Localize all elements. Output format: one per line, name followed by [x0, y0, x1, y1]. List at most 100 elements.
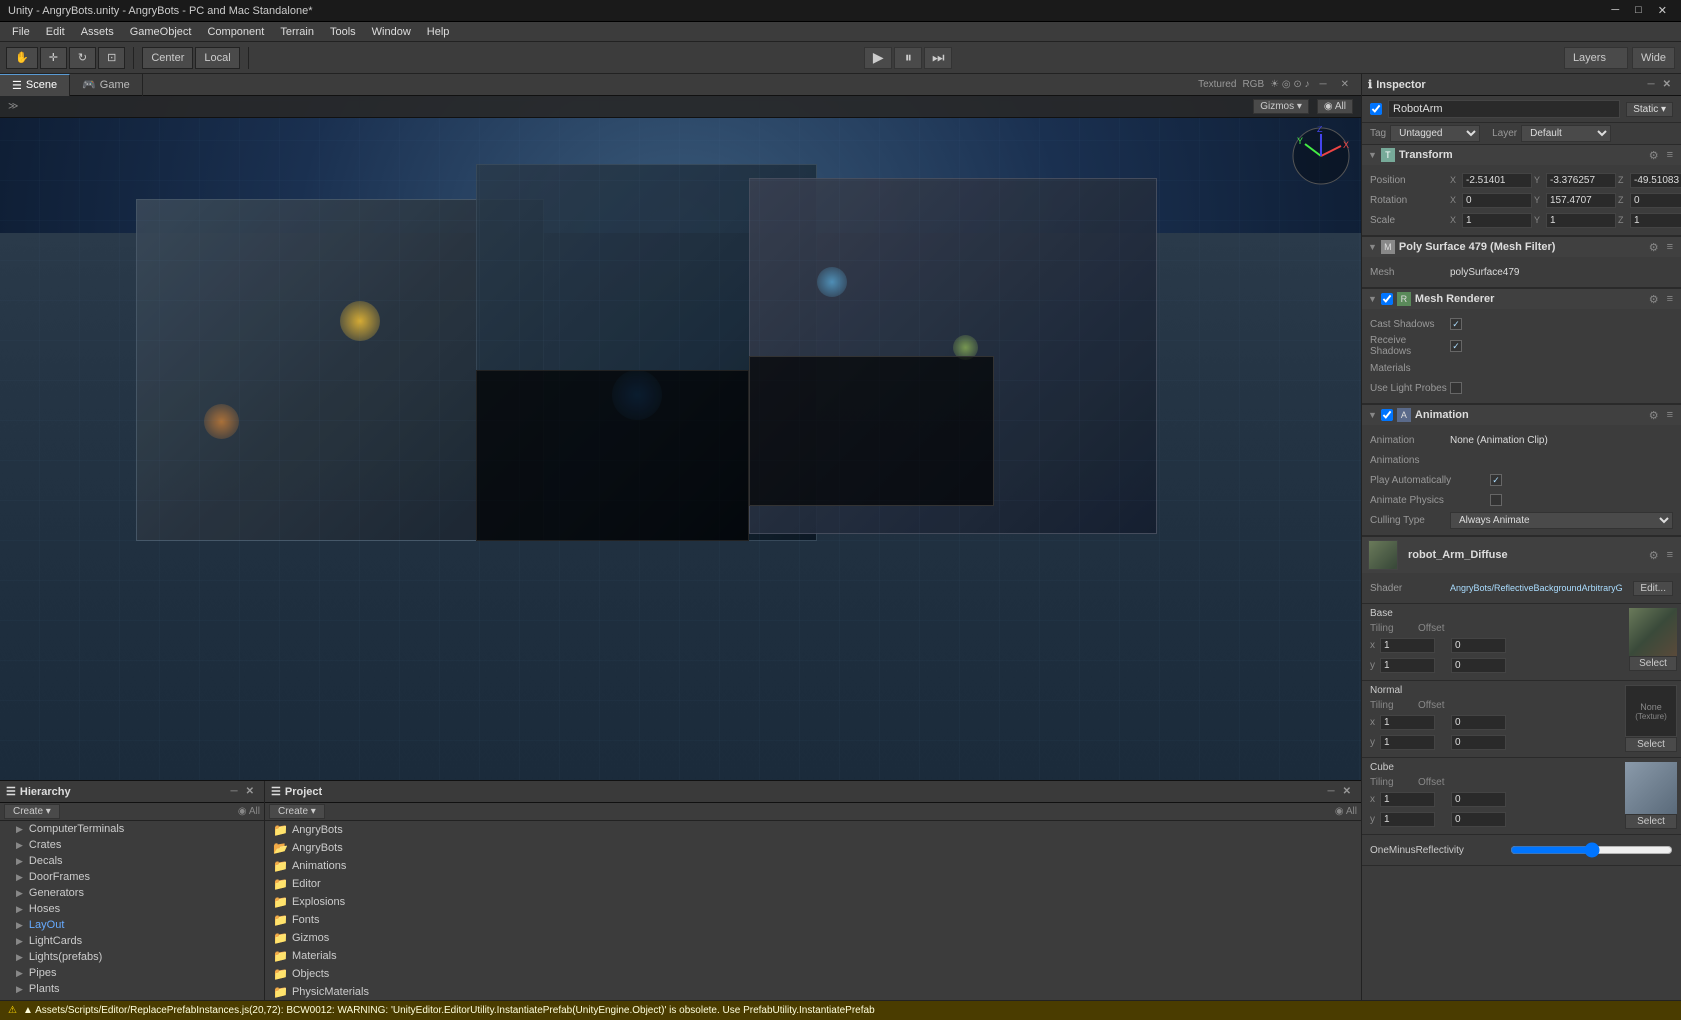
- project-all-btn[interactable]: ◉ All: [1335, 806, 1357, 817]
- project-item-explosions[interactable]: 📁 Explosions: [265, 893, 1361, 911]
- transform-component-header[interactable]: ▼ T Transform ⚙ ≡: [1362, 144, 1681, 165]
- hierarchy-close[interactable]: ✕: [242, 786, 258, 797]
- hierarchy-create-btn[interactable]: Create ▾: [4, 804, 60, 819]
- project-item-editor[interactable]: 📁 Editor: [265, 875, 1361, 893]
- material-header[interactable]: robot_Arm_Diffuse ⚙ ≡: [1362, 536, 1681, 573]
- menu-terrain[interactable]: Terrain: [272, 26, 322, 38]
- project-item-materials[interactable]: 📁 Materials: [265, 947, 1361, 965]
- static-badge[interactable]: Static ▾: [1626, 102, 1673, 117]
- menu-component[interactable]: Component: [199, 26, 272, 38]
- animation-gear[interactable]: ⚙: [1647, 409, 1661, 422]
- pivot-btn[interactable]: Center: [142, 47, 193, 69]
- hierarchy-all-btn[interactable]: ◉ All: [238, 806, 260, 817]
- normal-offset-x[interactable]: [1451, 715, 1506, 730]
- edit-btn[interactable]: Edit...: [1633, 581, 1673, 596]
- menu-gameobject[interactable]: GameObject: [122, 26, 200, 38]
- scale-tool-btn[interactable]: ⊡: [98, 47, 125, 69]
- culling-dropdown[interactable]: Always Animate: [1450, 512, 1673, 529]
- normal-offset-y[interactable]: [1451, 735, 1506, 750]
- hierarchy-minimize[interactable]: ─: [227, 786, 242, 797]
- hierarchy-item-decals[interactable]: ▶ Decals: [0, 853, 264, 869]
- mesh-renderer-enabled[interactable]: [1381, 293, 1393, 305]
- hierarchy-item-lights[interactable]: ▶ Lights(prefabs): [0, 949, 264, 965]
- active-checkbox[interactable]: [1370, 103, 1382, 115]
- project-item-physic-materials[interactable]: 📁 PhysicMaterials: [265, 983, 1361, 1000]
- minimize-btn[interactable]: ─: [1605, 4, 1625, 17]
- pos-x-input[interactable]: [1462, 173, 1532, 188]
- material-gear[interactable]: ⚙: [1647, 549, 1661, 562]
- play-auto-checkbox[interactable]: [1490, 474, 1502, 486]
- base-tiling-y[interactable]: [1380, 658, 1435, 673]
- tag-dropdown[interactable]: Untagged: [1390, 125, 1480, 142]
- transform-gear-btn[interactable]: ⚙: [1647, 149, 1661, 162]
- menu-tools[interactable]: Tools: [322, 26, 364, 38]
- object-name-input[interactable]: [1388, 100, 1620, 118]
- normal-tiling-y[interactable]: [1380, 735, 1435, 750]
- hand-tool-btn[interactable]: ✋: [6, 47, 38, 69]
- scale-y-input[interactable]: [1546, 213, 1616, 228]
- cast-shadows-checkbox[interactable]: [1450, 318, 1462, 330]
- pos-y-input[interactable]: [1546, 173, 1616, 188]
- use-light-probes-checkbox[interactable]: [1450, 382, 1462, 394]
- project-minimize[interactable]: ─: [1324, 786, 1339, 797]
- move-tool-btn[interactable]: ✛: [40, 47, 67, 69]
- base-offset-y[interactable]: [1451, 658, 1506, 673]
- menu-assets[interactable]: Assets: [73, 26, 122, 38]
- hierarchy-item-door-frames[interactable]: ▶ DoorFrames: [0, 869, 264, 885]
- layout-label[interactable]: Wide: [1632, 47, 1675, 69]
- rot-y-input[interactable]: [1546, 193, 1616, 208]
- maximize-btn[interactable]: □: [1629, 4, 1648, 17]
- mesh-filter-more[interactable]: ≡: [1665, 241, 1675, 253]
- mesh-renderer-gear[interactable]: ⚙: [1647, 293, 1661, 306]
- inspector-close[interactable]: ✕: [1659, 79, 1675, 90]
- hierarchy-item-lightcards[interactable]: ▶ LightCards: [0, 933, 264, 949]
- select-cube-btn[interactable]: Select: [1625, 814, 1677, 829]
- animation-more[interactable]: ≡: [1665, 409, 1675, 421]
- rot-z-input[interactable]: [1630, 193, 1681, 208]
- project-close[interactable]: ✕: [1339, 786, 1355, 797]
- inspector-minimize[interactable]: ─: [1644, 79, 1659, 90]
- normal-tiling-x[interactable]: [1380, 715, 1435, 730]
- layer-dropdown[interactable]: Default: [1521, 125, 1611, 142]
- material-more[interactable]: ≡: [1665, 549, 1675, 561]
- rotate-tool-btn[interactable]: ↻: [69, 47, 96, 69]
- base-offset-x[interactable]: [1451, 638, 1506, 653]
- mesh-renderer-more[interactable]: ≡: [1665, 293, 1675, 305]
- project-item-angrybots-blue[interactable]: 📂 AngryBots: [265, 839, 1361, 857]
- project-item-animations[interactable]: 📁 Animations: [265, 857, 1361, 875]
- menu-help[interactable]: Help: [419, 26, 458, 38]
- pause-btn[interactable]: ⏸: [894, 47, 922, 69]
- layers-dropdown[interactable]: Layers: [1564, 47, 1628, 69]
- animation-header[interactable]: ▼ A Animation ⚙ ≡: [1362, 404, 1681, 425]
- scene-minimize[interactable]: ─: [1316, 79, 1331, 90]
- textured-option[interactable]: Textured: [1198, 79, 1236, 90]
- one-minus-slider[interactable]: [1510, 845, 1673, 855]
- gizmos-btn[interactable]: Gizmos ▾: [1253, 99, 1309, 114]
- project-item-angrybots[interactable]: 📁 AngryBots: [265, 821, 1361, 839]
- mesh-renderer-header[interactable]: ▼ R Mesh Renderer ⚙ ≡: [1362, 288, 1681, 309]
- cube-offset-x[interactable]: [1451, 792, 1506, 807]
- menu-edit[interactable]: Edit: [38, 26, 73, 38]
- project-item-objects[interactable]: 📁 Objects: [265, 965, 1361, 983]
- step-btn[interactable]: ⏭: [924, 47, 952, 69]
- play-btn[interactable]: ▶: [864, 47, 892, 69]
- rot-x-input[interactable]: [1462, 193, 1532, 208]
- project-item-gizmos[interactable]: 📁 Gizmos: [265, 929, 1361, 947]
- transform-more-btn[interactable]: ≡: [1665, 149, 1675, 161]
- space-btn[interactable]: Local: [195, 47, 239, 69]
- animate-physics-checkbox[interactable]: [1490, 494, 1502, 506]
- hierarchy-item-computer-terminals[interactable]: ▶ ComputerTerminals: [0, 821, 264, 837]
- pos-z-input[interactable]: [1630, 173, 1681, 188]
- all-btn[interactable]: ◉ All: [1317, 99, 1353, 114]
- mesh-filter-gear[interactable]: ⚙: [1647, 241, 1661, 254]
- hierarchy-item-pipes[interactable]: ▶ Pipes: [0, 965, 264, 981]
- scale-z-input[interactable]: [1630, 213, 1681, 228]
- project-create-btn[interactable]: Create ▾: [269, 804, 325, 819]
- project-item-fonts[interactable]: 📁 Fonts: [265, 911, 1361, 929]
- hierarchy-item-plants[interactable]: ▶ Plants: [0, 981, 264, 997]
- cube-offset-y[interactable]: [1451, 812, 1506, 827]
- scale-x-input[interactable]: [1462, 213, 1532, 228]
- hierarchy-item-layout[interactable]: ▶ LayOut: [0, 917, 264, 933]
- game-tab[interactable]: 🎮 Game: [70, 74, 143, 96]
- hierarchy-item-crates[interactable]: ▶ Crates: [0, 837, 264, 853]
